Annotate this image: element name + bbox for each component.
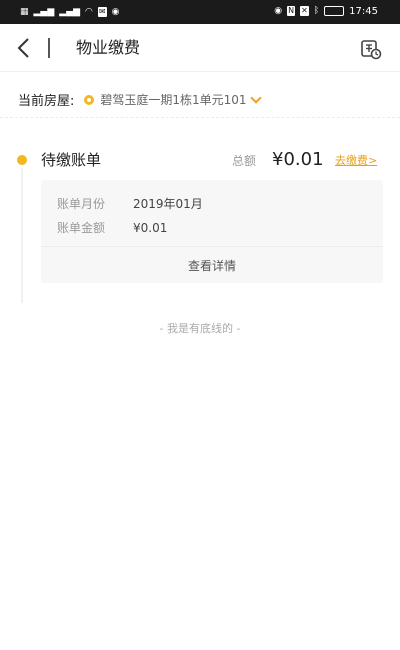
status-bar-right: ◉ N ✕ ᛒ 80 17:45 — [274, 5, 378, 17]
bluetooth-icon: ᛒ — [313, 6, 320, 16]
signal-icon: ▂▄▆ — [59, 7, 81, 17]
battery-icon: 80 — [324, 6, 345, 16]
bill-month-value: 2019年01月 — [133, 197, 203, 211]
app-icon: ◉ — [111, 7, 120, 17]
page-title: 物业缴费 — [76, 38, 141, 57]
pay-link[interactable]: 去缴费> — [335, 154, 377, 168]
status-bar-left: ▦ ▂▄▆ ▂▄▆ ◠ ✉ ◉ — [20, 6, 119, 18]
end-of-list-note: - 我是有底线的 - — [159, 322, 241, 335]
battery-level: 80 — [329, 7, 339, 15]
bill-amount-label: 账单金额 — [57, 221, 106, 235]
bill-section-title: 待缴账单 — [41, 151, 102, 169]
bill-month-label: 账单月份 — [57, 197, 106, 211]
signal-icon: ▂▄▆ — [33, 7, 55, 17]
timeline-line — [21, 168, 23, 303]
status-bar: ▦ ▂▄▆ ▂▄▆ ◠ ✉ ◉ ◉ N ✕ ᛒ 80 17:45 — [0, 0, 400, 24]
total-label: 总额 — [232, 154, 257, 168]
mute-icon: ✕ — [300, 6, 309, 16]
message-icon: ✉ — [97, 7, 107, 17]
chevron-down-icon — [249, 91, 262, 104]
back-icon[interactable] — [10, 34, 36, 62]
nav-bar: 物业缴费 — [0, 24, 400, 72]
payment-record-icon[interactable] — [358, 36, 384, 62]
wifi-icon: ◠ — [85, 7, 93, 17]
house-label: 当前房屋: — [18, 94, 75, 109]
house-value: 碧驾玉庭一期1栋1单元101 — [100, 93, 247, 107]
bill-amount-value: ¥0.01 — [133, 221, 168, 235]
status-time: 17:45 — [349, 5, 378, 17]
bill-card: 账单月份 2019年01月 账单金额 ¥0.01 查看详情 — [41, 180, 383, 283]
location-pin-icon — [84, 94, 95, 105]
nav-divider — [48, 38, 50, 58]
timeline-dot — [17, 155, 27, 165]
total-amount: ¥0.01 — [272, 149, 324, 170]
nfc-icon: N — [287, 6, 296, 16]
house-selector[interactable]: 当前房屋: 碧驾玉庭一期1栋1单元101 — [0, 82, 400, 118]
eye-icon: ◉ — [274, 6, 283, 16]
sim-icon: ▦ — [20, 7, 29, 17]
view-details-button[interactable]: 查看详情 — [41, 247, 383, 283]
